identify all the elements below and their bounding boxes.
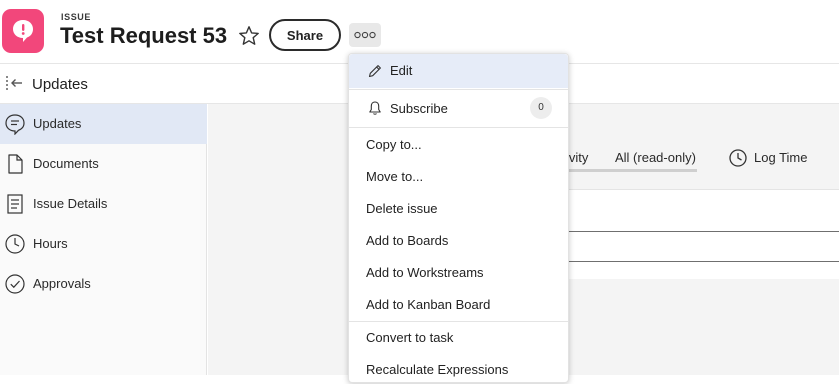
tab-underline xyxy=(566,169,697,172)
tab-all-read-only[interactable]: All (read-only) xyxy=(615,150,696,165)
menu-item-label: Edit xyxy=(390,63,413,78)
menu-item-delete-issue[interactable]: Delete issue xyxy=(349,193,568,225)
menu-item-recalculate-expressions[interactable]: Recalculate Expressions xyxy=(349,354,568,384)
sidebar-item-label: Issue Details xyxy=(33,196,108,211)
menu-item-add-to-workstreams[interactable]: Add to Workstreams xyxy=(349,257,568,289)
menu-item-add-to-boards[interactable]: Add to Boards xyxy=(349,225,568,257)
sidebar-item-approvals[interactable]: Approvals xyxy=(0,264,207,304)
menu-item-label: Move to... xyxy=(366,169,424,184)
sidebar-item-issue-details[interactable]: Issue Details xyxy=(0,184,207,224)
sidebar-item-updates[interactable]: Updates xyxy=(0,104,207,144)
menu-item-label: Delete issue xyxy=(366,201,438,216)
sidebar-item-documents[interactable]: Documents xyxy=(0,144,207,184)
pencil-icon xyxy=(368,65,381,78)
page-title: Test Request 53 xyxy=(60,23,228,48)
collapse-panel-icon[interactable] xyxy=(4,75,24,93)
menu-item-subscribe[interactable]: Subscribe 0 xyxy=(349,90,568,126)
issue-chat-icon xyxy=(2,9,44,53)
clock-icon xyxy=(4,233,26,255)
menu-item-add-to-kanban-board[interactable]: Add to Kanban Board xyxy=(349,289,568,321)
more-actions-menu: Edit Subscribe 0 Copy to... Move to... D… xyxy=(348,53,569,383)
sidebar-item-label: Approvals xyxy=(33,276,91,291)
subscriber-count-badge: 0 xyxy=(530,97,552,119)
more-ellipsis-icon[interactable] xyxy=(349,23,381,47)
menu-item-label: Add to Kanban Board xyxy=(366,297,491,312)
menu-item-copy-to[interactable]: Copy to... xyxy=(349,129,568,161)
check-circle-icon xyxy=(4,273,26,295)
document-icon xyxy=(4,153,26,175)
sidebar-item-label: Hours xyxy=(33,236,68,251)
sidebar: Updates Documents Issue Details Hours Ap… xyxy=(0,104,207,375)
tab-activity[interactable]: ivity xyxy=(566,150,588,165)
share-button[interactable]: Share xyxy=(269,19,341,51)
menu-item-label: Add to Boards xyxy=(366,233,449,248)
menu-item-move-to[interactable]: Move to... xyxy=(349,161,568,193)
clock-icon xyxy=(729,149,747,167)
menu-item-label: Copy to... xyxy=(366,137,422,152)
menu-item-edit[interactable]: Edit xyxy=(349,54,568,88)
sidebar-item-label: Documents xyxy=(33,156,99,171)
details-icon xyxy=(4,193,26,215)
object-type-label: ISSUE xyxy=(61,12,92,22)
menu-item-convert-to-task[interactable]: Convert to task xyxy=(349,322,568,354)
bell-icon xyxy=(369,101,381,115)
menu-item-label: Subscribe xyxy=(390,101,448,116)
input-line xyxy=(566,231,839,232)
sidebar-item-hours[interactable]: Hours xyxy=(0,224,207,264)
star-icon[interactable] xyxy=(237,24,261,48)
sidebar-item-label: Updates xyxy=(33,116,82,131)
chat-bubble-icon xyxy=(4,113,26,136)
section-title: Updates xyxy=(32,76,88,93)
updates-panel xyxy=(566,189,839,279)
menu-divider xyxy=(349,127,568,128)
log-time-label: Log Time xyxy=(754,150,808,165)
menu-item-label: Add to Workstreams xyxy=(366,265,484,280)
menu-item-label: Convert to task xyxy=(366,330,454,345)
input-line xyxy=(566,261,839,262)
